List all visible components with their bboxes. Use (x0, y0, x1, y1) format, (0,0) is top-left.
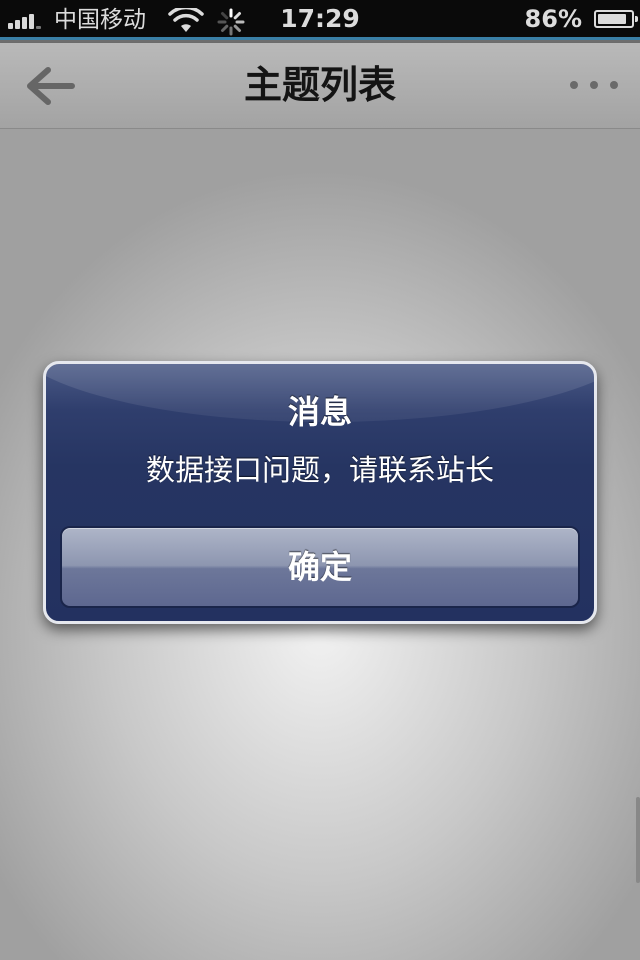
battery-percent: 86% (524, 5, 582, 33)
alert-title: 消息 (287, 393, 352, 431)
page-title: 主题列表 (243, 63, 396, 107)
status-bar: 中国移动 17:29 86% (0, 0, 640, 40)
confirm-button[interactable]: 确定 (60, 526, 580, 608)
status-accent-line (0, 37, 640, 40)
alert-message: 数据接口问题，请联系站长 (145, 453, 494, 487)
scroll-indicator[interactable] (636, 797, 640, 883)
ellipsis-icon[interactable] (570, 73, 618, 97)
battery-icon (594, 10, 638, 28)
nav-bar: 主题列表 (0, 43, 640, 129)
alert-dialog: 消息 数据接口问题，请联系站长 确定 (43, 361, 597, 624)
